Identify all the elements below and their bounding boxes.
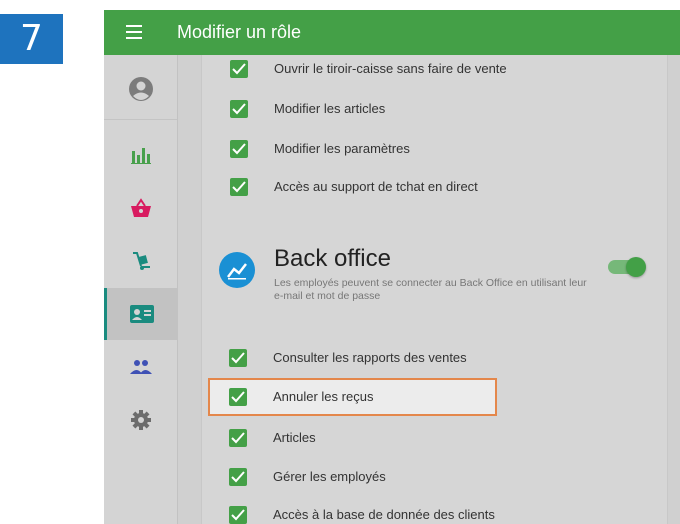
- sidebar-item-customers[interactable]: [104, 341, 177, 393]
- permission-checkbox[interactable]: [229, 349, 247, 367]
- sidebar-item-profile[interactable]: [104, 63, 177, 115]
- hand-truck-icon: [132, 252, 150, 270]
- permission-label: Annuler les reçus: [273, 389, 374, 404]
- check-icon: [231, 432, 245, 444]
- account-circle-icon: [128, 77, 153, 101]
- permission-row[interactable]: Annuler les reçus: [201, 383, 666, 411]
- permission-checkbox[interactable]: [229, 388, 247, 406]
- sidebar-item-reports[interactable]: [104, 129, 177, 181]
- top-app-bar: Modifier un rôle: [104, 10, 680, 55]
- back-office-permissions: Consulter les rapports des ventes Annule…: [201, 55, 666, 524]
- permission-row[interactable]: Accès à la base de donnée des clients: [201, 501, 666, 524]
- permission-checkbox[interactable]: [229, 506, 247, 524]
- permission-label: Articles: [273, 430, 316, 445]
- sidebar-divider: [104, 119, 177, 120]
- app-window: Modifier un rôle Ouvrir le tiroir-caisse…: [104, 10, 680, 524]
- sidebar-item-inventory[interactable]: [104, 235, 177, 287]
- id-card-icon: [130, 305, 154, 323]
- sidebar-item-employees[interactable]: [104, 288, 177, 340]
- sidebar-item-settings[interactable]: [104, 394, 177, 446]
- page-title: Modifier un rôle: [177, 22, 302, 42]
- hamburger-menu-icon[interactable]: [126, 25, 142, 39]
- basket-icon: [130, 198, 151, 217]
- check-icon: [231, 352, 245, 364]
- sidebar: [104, 55, 178, 524]
- permission-checkbox[interactable]: [229, 468, 247, 486]
- gear-icon: [130, 410, 151, 430]
- sidebar-item-items[interactable]: [104, 182, 177, 234]
- check-icon: [231, 509, 245, 521]
- permission-checkbox[interactable]: [229, 429, 247, 447]
- permission-row[interactable]: Consulter les rapports des ventes: [201, 344, 666, 372]
- permission-row[interactable]: Articles: [201, 424, 666, 452]
- permission-label: Accès à la base de donnée des clients: [273, 507, 495, 522]
- permission-label: Gérer les employés: [273, 469, 386, 484]
- permission-row[interactable]: Gérer les employés: [201, 463, 666, 491]
- check-icon: [231, 471, 245, 483]
- permission-label: Consulter les rapports des ventes: [273, 350, 467, 365]
- bar-chart-icon: [130, 148, 151, 164]
- people-icon: [129, 360, 152, 374]
- check-icon: [231, 391, 245, 403]
- step-number-badge: 7: [0, 14, 63, 64]
